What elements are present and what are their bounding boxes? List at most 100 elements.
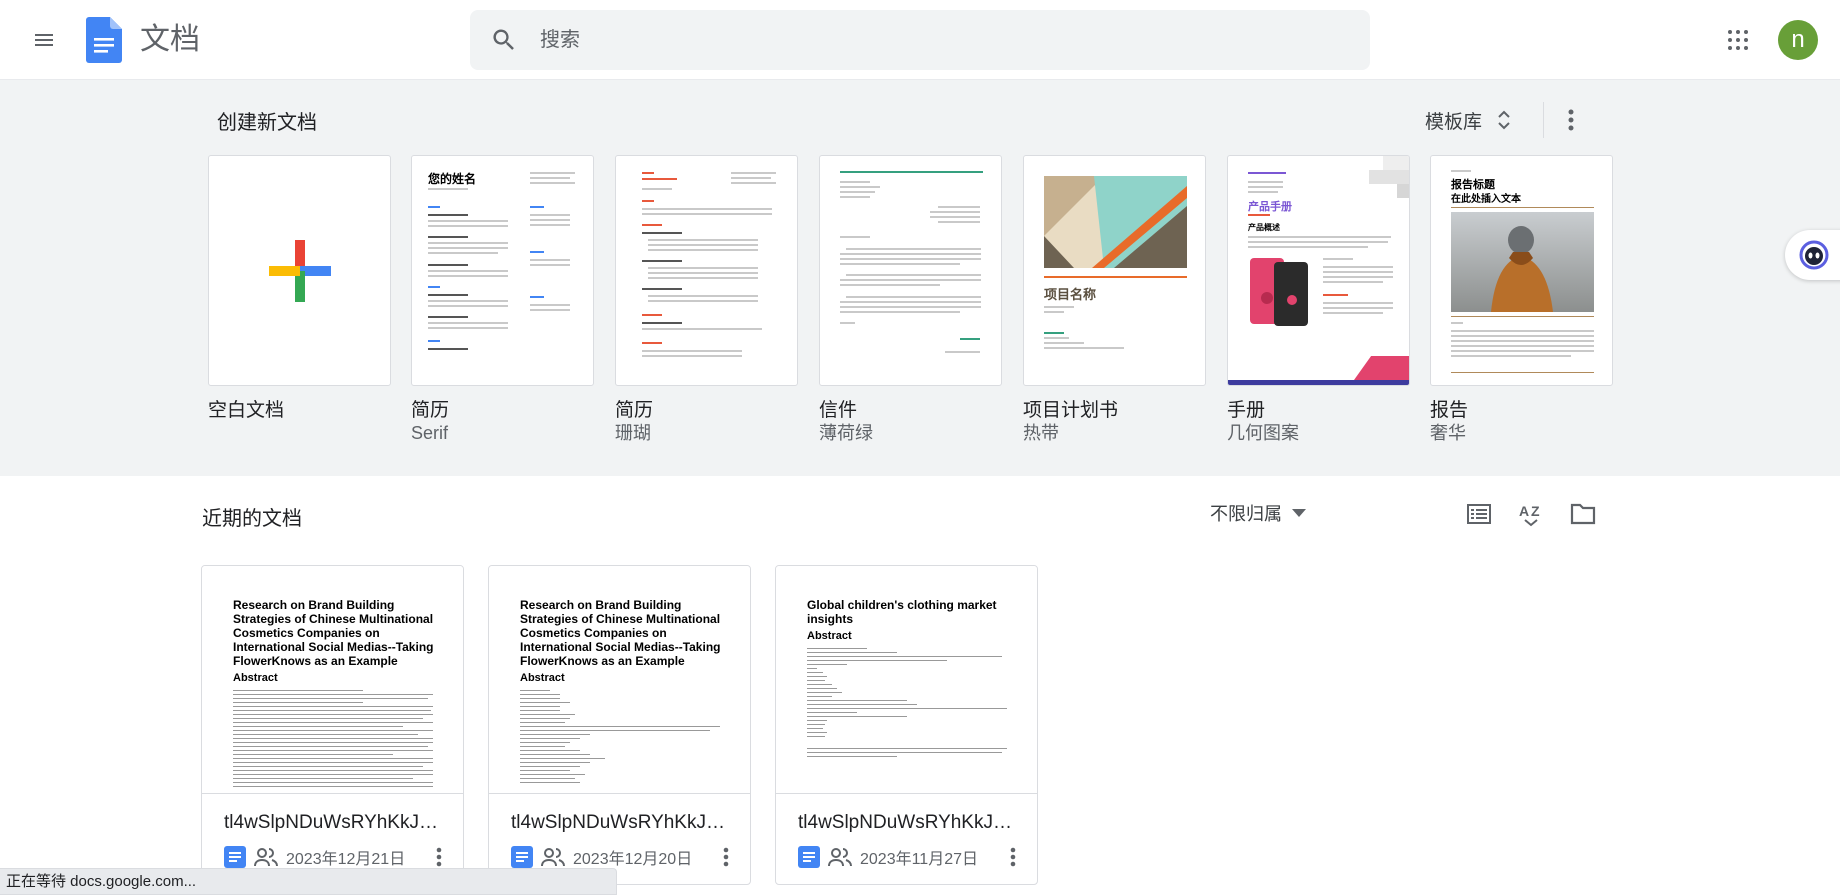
template-gallery-button[interactable]: 模板库 (1425, 104, 1512, 136)
template-name: 简历 (411, 400, 450, 421)
template-thumbnail[interactable]: 报告标题 在此处插入文本 (1430, 155, 1613, 386)
owner-filter-label: 不限归属 (1210, 504, 1282, 524)
doc-thumb-heading: Abstract (807, 630, 852, 642)
thumb-title: 您的姓名 (428, 172, 477, 186)
shared-people-icon (541, 848, 565, 867)
template-thumbnail[interactable]: 项目名称 (1023, 155, 1206, 386)
template-report-luxe[interactable]: 报告标题 在此处插入文本 报告 奢华 (1430, 155, 1613, 444)
template-project-proposal[interactable]: 项目名称 项目计划书 热带 (1023, 155, 1206, 444)
more-vert-icon (1010, 847, 1016, 867)
template-subtitle: 几何图案 (1227, 423, 1299, 443)
docs-file-icon (798, 846, 820, 868)
template-blank[interactable]: 空白文档 (208, 155, 391, 422)
template-subtitle: Serif (411, 423, 449, 443)
dropdown-arrow-icon (1292, 509, 1306, 517)
docs-logo-icon[interactable] (86, 17, 122, 63)
svg-text:Z: Z (1531, 503, 1540, 519)
doc-thumbnail[interactable]: Research on Brand Building Strategies of… (489, 566, 750, 794)
recent-docs-title: 近期的文档 (202, 508, 302, 530)
list-view-button[interactable] (1459, 494, 1499, 534)
apps-grid-icon (1728, 30, 1748, 50)
template-section: 创建新文档 模板库 空白文档 您的姓名 简历 Serif 简历 珊瑚 信件 薄荷… (0, 80, 1840, 476)
phone-illustration-icon (1250, 258, 1308, 326)
owner-filter-dropdown[interactable]: 不限归属 (1210, 498, 1306, 528)
doc-more-button[interactable] (998, 842, 1028, 872)
account-avatar[interactable]: n (1778, 20, 1818, 60)
template-thumbnail[interactable]: 产品手册 产品概述 (1227, 155, 1410, 386)
doc-thumb-heading: Abstract (233, 672, 278, 684)
template-subtitle: 珊瑚 (615, 423, 651, 443)
google-apps-button[interactable] (1718, 20, 1758, 60)
doc-more-button[interactable] (711, 842, 741, 872)
template-name: 手册 (1227, 400, 1266, 421)
search-bar[interactable] (470, 10, 1370, 70)
template-name: 项目计划书 (1023, 400, 1119, 421)
search-input[interactable] (540, 10, 1340, 70)
doc-name[interactable]: tl4wSlpNDuWsRYhKkJZt... (224, 812, 449, 834)
list-view-icon (1467, 504, 1491, 524)
hamburger-menu-icon (35, 34, 53, 46)
recent-doc-card[interactable]: Global children's clothing market insigh… (775, 565, 1038, 885)
open-file-picker-button[interactable] (1563, 494, 1603, 534)
doc-date: 2023年11月27日 (860, 851, 979, 868)
template-more-button[interactable] (1556, 100, 1586, 140)
template-name: 信件 (819, 400, 858, 421)
geometric-illustration (1044, 176, 1187, 268)
main-menu-button[interactable] (24, 20, 64, 60)
plus-icon (269, 240, 331, 302)
template-brochure[interactable]: 产品手册 产品概述 手册 几何图案 (1227, 155, 1410, 444)
app-header: 文档 n (0, 0, 1840, 80)
divider (1543, 102, 1544, 138)
template-gallery-label: 模板库 (1425, 111, 1483, 133)
template-letter-mint[interactable]: 信件 薄荷绿 (819, 155, 1002, 444)
app-title[interactable]: 文档 (140, 20, 200, 60)
recent-doc-card[interactable]: Research on Brand Building Strategies of… (488, 565, 751, 885)
docs-file-icon (511, 846, 533, 868)
shared-people-icon (254, 848, 278, 867)
template-name: 报告 (1430, 400, 1469, 421)
browser-status-bar: 正在等待 docs.google.com... (0, 868, 617, 895)
thumb-subtitle: 产品概述 (1248, 223, 1280, 232)
folder-icon (1570, 503, 1596, 525)
docs-file-icon (224, 846, 246, 868)
template-thumbnail[interactable] (819, 155, 1002, 386)
template-resume-coral[interactable]: 简历 珊瑚 (615, 155, 798, 444)
recent-doc-card[interactable]: Research on Brand Building Strategies of… (201, 565, 464, 885)
template-thumbnail[interactable]: 您的姓名 (411, 155, 594, 386)
doc-thumb-heading: Abstract (520, 672, 565, 684)
template-thumbnail[interactable] (208, 155, 391, 386)
doc-thumb-title: Research on Brand Building Strategies of… (520, 598, 721, 668)
template-subtitle: 热带 (1023, 423, 1059, 443)
doc-meta: 2023年11月27日 (798, 842, 978, 872)
doc-thumb-title: Global children's clothing market insigh… (807, 598, 997, 626)
more-vert-icon (723, 847, 729, 867)
doc-thumbnail[interactable]: Research on Brand Building Strategies of… (202, 566, 463, 794)
template-subtitle: 奢华 (1430, 423, 1466, 443)
template-resume-serif[interactable]: 您的姓名 简历 Serif (411, 155, 594, 444)
more-vert-icon (436, 847, 442, 867)
thumb-subtitle: 在此处插入文本 (1451, 194, 1521, 205)
assistant-face-icon (1799, 240, 1829, 270)
template-thumbnail[interactable] (615, 155, 798, 386)
unfold-icon (1498, 110, 1510, 130)
search-icon[interactable] (490, 26, 518, 54)
doc-date: 2023年12月20日 (573, 851, 693, 868)
side-assistant-button[interactable] (1785, 230, 1840, 280)
doc-name[interactable]: tl4wSlpNDuWsRYhKkJZt... (511, 812, 736, 834)
thumb-title: 产品手册 (1248, 201, 1292, 213)
shared-people-icon (828, 848, 852, 867)
doc-thumb-title: Research on Brand Building Strategies of… (233, 598, 434, 668)
doc-date: 2023年12月21日 (286, 851, 406, 868)
template-section-title: 创建新文档 (217, 112, 317, 134)
sort-by-alpha-icon: A Z (1519, 503, 1540, 527)
sort-options-button[interactable]: A Z (1511, 494, 1551, 534)
template-subtitle: 薄荷绿 (819, 423, 873, 443)
template-name: 空白文档 (208, 400, 285, 421)
more-vert-icon (1568, 109, 1574, 131)
template-name: 简历 (615, 400, 654, 421)
thumb-title: 项目名称 (1044, 287, 1097, 302)
person-photo-image (1451, 212, 1594, 312)
svg-text:A: A (1519, 503, 1529, 519)
doc-thumbnail[interactable]: Global children's clothing market insigh… (776, 566, 1037, 794)
doc-name[interactable]: tl4wSlpNDuWsRYhKkJZt... (798, 812, 1023, 834)
